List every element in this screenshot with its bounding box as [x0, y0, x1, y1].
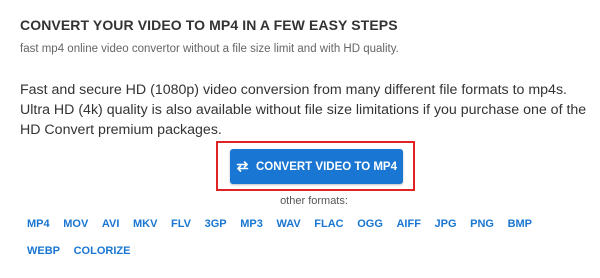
format-link-webp[interactable]: WEBP [27, 244, 60, 258]
description-text: Fast and secure HD (1080p) video convers… [20, 82, 587, 138]
other-formats-label: other formats: [280, 195, 348, 207]
format-link-aiff[interactable]: AIFF [396, 217, 420, 231]
format-links: MP4 MOV AVI MKV FLV 3GP MP3 WAV FLAC OGG… [27, 217, 587, 258]
format-link-3gp[interactable]: 3GP [205, 217, 227, 231]
format-link-mkv[interactable]: MKV [133, 217, 157, 231]
format-link-bmp[interactable]: BMP [508, 217, 532, 231]
format-link-mp4[interactable]: MP4 [27, 217, 50, 231]
format-link-ogg[interactable]: OGG [357, 217, 383, 231]
format-link-colorize[interactable]: COLORIZE [74, 244, 131, 258]
page-title: CONVERT YOUR VIDEO TO MP4 IN A FEW EASY … [20, 17, 398, 33]
convert-video-button[interactable]: CONVERT VIDEO TO MP4 [230, 149, 403, 184]
format-link-wav[interactable]: WAV [276, 217, 300, 231]
page-subtitle: fast mp4 online video convertor without … [20, 43, 399, 55]
swap-arrows-icon [236, 161, 249, 172]
format-link-flac[interactable]: FLAC [314, 217, 343, 231]
convert-video-button-label: CONVERT VIDEO TO MP4 [255, 160, 397, 173]
format-link-mov[interactable]: MOV [63, 217, 88, 231]
format-link-avi[interactable]: AVI [102, 217, 120, 231]
format-link-flv[interactable]: FLV [171, 217, 191, 231]
format-link-png[interactable]: PNG [470, 217, 494, 231]
format-link-jpg[interactable]: JPG [435, 217, 457, 231]
top-edge [0, 0, 600, 6]
format-link-mp3[interactable]: MP3 [240, 217, 263, 231]
